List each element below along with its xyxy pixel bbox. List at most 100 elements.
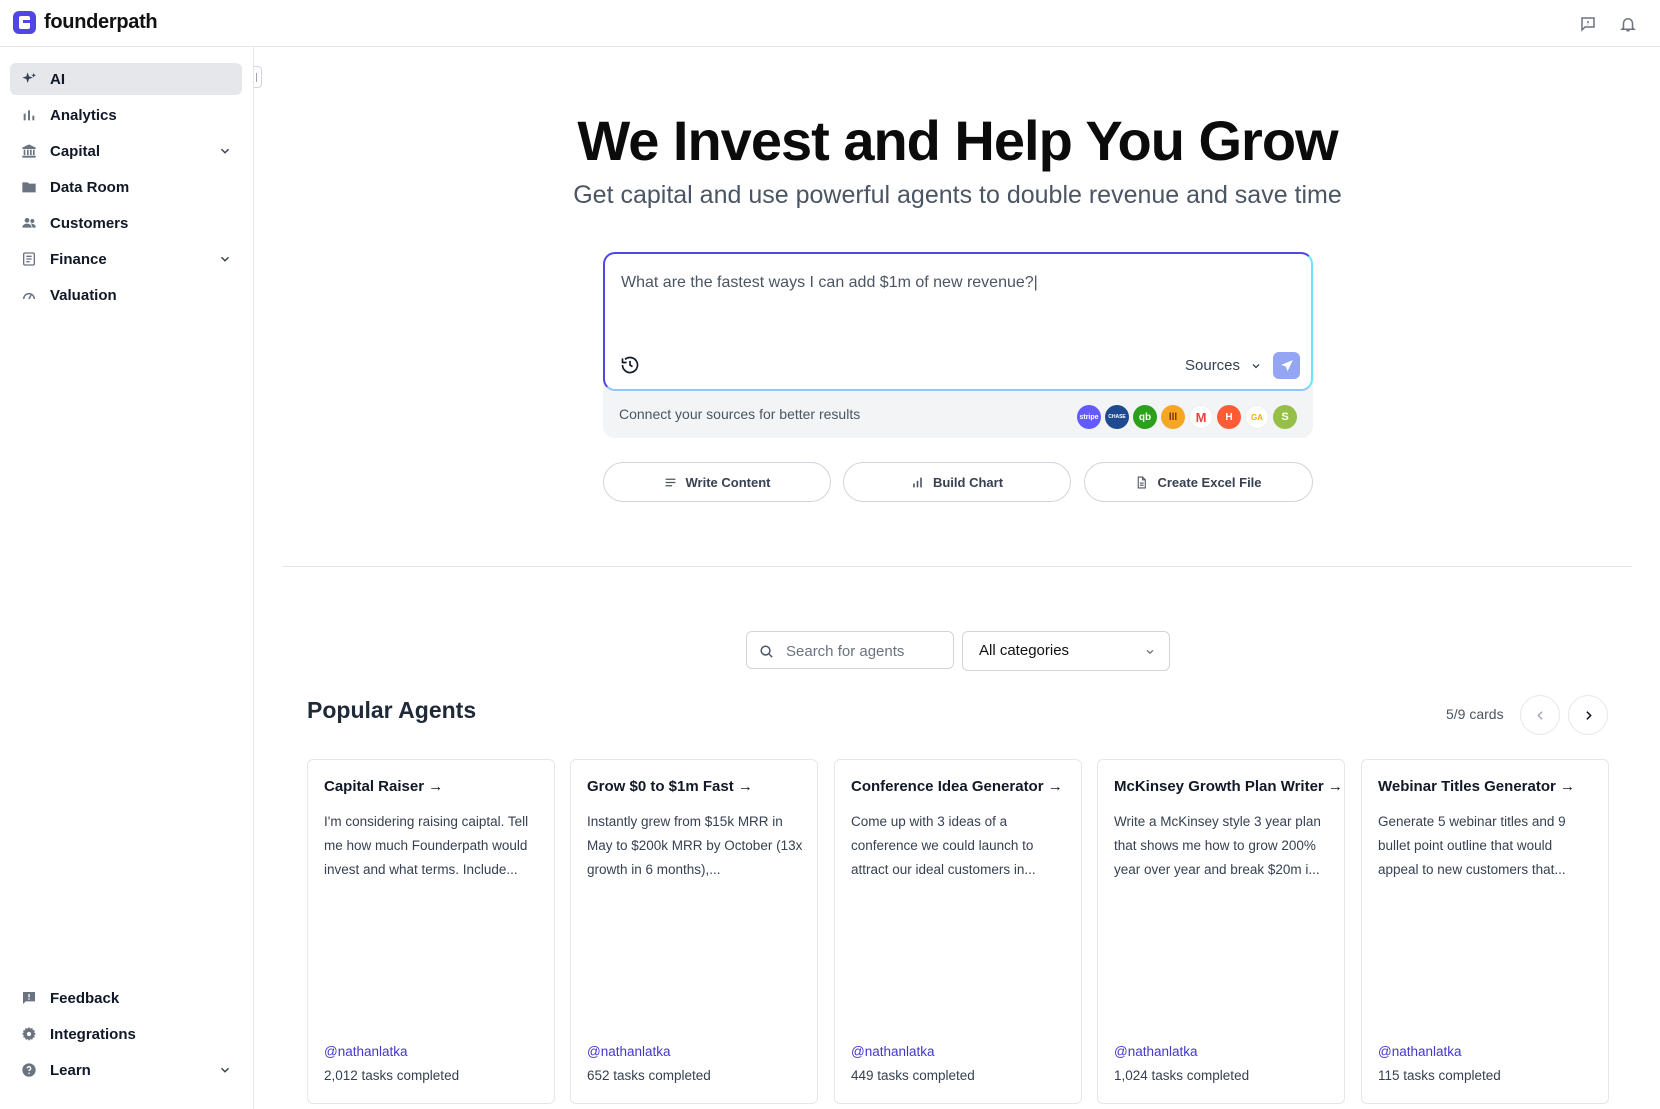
sidebar-item-learn[interactable]: Learn [10,1054,242,1086]
action-label: Build Chart [932,474,1004,490]
next-page-button[interactable] [1568,695,1608,735]
sidebar-item-valuation[interactable]: Valuation [10,279,242,311]
chevron-left-icon [1536,710,1543,720]
card-author-link[interactable]: @nathanlatka [324,1044,408,1059]
send-button[interactable] [1273,352,1300,379]
sidebar-item-label: Finance [50,250,107,268]
sidebar-item-label: Analytics [50,106,117,124]
chevron-down-icon [1252,363,1260,368]
card-title[interactable]: McKinsey Growth Plan Writer → [1114,778,1343,795]
agent-card-webinar-titles[interactable]: Webinar Titles Generator → Generate 5 we… [1361,759,1609,1104]
chase-logo-icon[interactable]: CHASE [1105,405,1129,429]
sidebar-item-label: Integrations [50,1025,136,1043]
agent-card-mckinsey-plan[interactable]: McKinsey Growth Plan Writer → Write a Mc… [1097,759,1345,1104]
bar-chart-icon [21,107,37,123]
chevron-down-icon[interactable] [218,252,232,266]
file-icon [1138,476,1147,488]
card-description: Write a McKinsey style 3 year plan that … [1114,814,1321,877]
sidebar: AI Analytics Capital Data Room Customers… [0,47,254,1109]
card-description: Come up with 3 ideas of a conference we … [851,814,1036,877]
prompt-input[interactable]: What are the fastest ways I can add $1m … [603,252,1313,391]
card-tasks-count: 652 tasks completed [587,1068,711,1083]
chevron-down-icon[interactable] [218,1063,232,1077]
hero-subtitle: Get capital and use powerful agents to d… [573,181,1342,209]
history-icon[interactable] [620,355,640,375]
stripe-logo-icon[interactable]: stripe [1077,405,1101,429]
section-title: Popular Agents [307,697,477,723]
action-label: Create Excel File [1157,474,1262,490]
card-author-link[interactable]: @nathanlatka [1114,1044,1198,1059]
sources-dropdown[interactable]: Sources [1185,357,1262,374]
prev-page-button[interactable] [1520,695,1560,735]
chevron-down-icon [1146,649,1154,655]
sidebar-item-ai[interactable]: AI [10,63,242,95]
card-title[interactable]: Capital Raiser → [324,778,443,795]
shopify-logo-icon[interactable]: S [1273,405,1297,429]
card-title[interactable]: Webinar Titles Generator → [1378,778,1575,795]
agent-search[interactable] [746,631,954,669]
connect-sources-text: Connect your sources for better results [619,406,861,422]
create-excel-file-button[interactable]: Create Excel File [1084,462,1313,502]
chevron-right-icon [1585,710,1592,720]
chartmogul-logo-icon[interactable]: lll [1161,405,1185,429]
card-tasks-count: 2,012 tasks completed [324,1068,460,1083]
chat-icon[interactable] [1568,4,1608,44]
search-icon [760,645,773,658]
google-analytics-logo-icon[interactable]: GA [1245,405,1269,429]
agent-card-capital-raiser[interactable]: Capital Raiser → I'm considering raising… [307,759,555,1104]
card-description: I'm considering raising caiptal. Tell me… [324,814,529,877]
card-title[interactable]: Grow $0 to $1m Fast → [587,778,753,795]
card-tasks-count: 449 tasks completed [851,1068,975,1083]
card-description: Generate 5 webinar titles and 9 bullet p… [1378,814,1566,877]
agent-card-grow-fast[interactable]: Grow $0 to $1m Fast → Instantly grew fro… [570,759,818,1104]
card-description: Instantly grew from $15k MRR in May to $… [587,814,803,877]
write-content-button[interactable]: Write Content [603,462,831,502]
chevron-down-icon[interactable] [218,144,232,158]
gear-icon [21,1026,37,1042]
bar-chart-icon [913,477,922,487]
sidebar-item-feedback[interactable]: Feedback [10,982,242,1014]
category-selected: All categories [979,642,1070,659]
card-tasks-count: 1,024 tasks completed [1114,1068,1250,1083]
sidebar-item-label: Capital [50,142,101,160]
sidebar-item-integrations[interactable]: Integrations [10,1018,242,1050]
cards-count: 5/9 cards [1446,706,1504,722]
sparkles-icon [21,71,37,87]
logo[interactable]: founderpath [13,11,158,34]
bank-icon [21,143,37,159]
card-tasks-count: 115 tasks completed [1378,1068,1501,1083]
agent-card-conference-idea[interactable]: Conference Idea Generator → Come up with… [834,759,1082,1104]
card-author-link[interactable]: @nathanlatka [1378,1044,1462,1059]
sidebar-item-label: AI [50,70,65,88]
sidebar-item-label: Data Room [50,178,130,196]
sidebar-item-finance[interactable]: Finance [10,243,242,275]
gmail-logo-icon[interactable]: M [1189,405,1213,429]
sidebar-item-label: Valuation [50,286,117,304]
top-bar: founderpath [0,0,1660,47]
founderpath-logo-icon [13,11,36,34]
section-divider [283,566,1632,567]
action-label: Write Content [685,474,771,490]
card-author-link[interactable]: @nathanlatka [851,1044,935,1059]
sidebar-item-data-room[interactable]: Data Room [10,171,242,203]
hubspot-logo-icon[interactable]: H [1217,405,1241,429]
build-chart-button[interactable]: Build Chart [843,462,1071,502]
search-input[interactable] [786,640,946,662]
sidebar-collapse-handle[interactable] [254,66,262,88]
card-author-link[interactable]: @nathanlatka [587,1044,671,1059]
notification-bell-icon[interactable] [1608,4,1648,44]
prompt-panel: What are the fastest ways I can add $1m … [603,252,1313,438]
people-icon [21,215,37,231]
sidebar-item-label: Feedback [50,989,120,1007]
quickbooks-logo-icon[interactable]: qb [1133,405,1157,429]
folder-icon [21,179,37,195]
prompt-text[interactable]: What are the fastest ways I can add $1m … [621,274,1038,292]
sidebar-item-analytics[interactable]: Analytics [10,99,242,131]
integration-logos[interactable]: stripe CHASE qb lll M H GA S [1077,405,1297,429]
sidebar-item-label: Learn [50,1061,91,1079]
card-title[interactable]: Conference Idea Generator → [851,778,1063,795]
ledger-icon [21,251,37,267]
sidebar-item-customers[interactable]: Customers [10,207,242,239]
sidebar-item-capital[interactable]: Capital [10,135,242,167]
category-select[interactable]: All categories [962,631,1170,671]
